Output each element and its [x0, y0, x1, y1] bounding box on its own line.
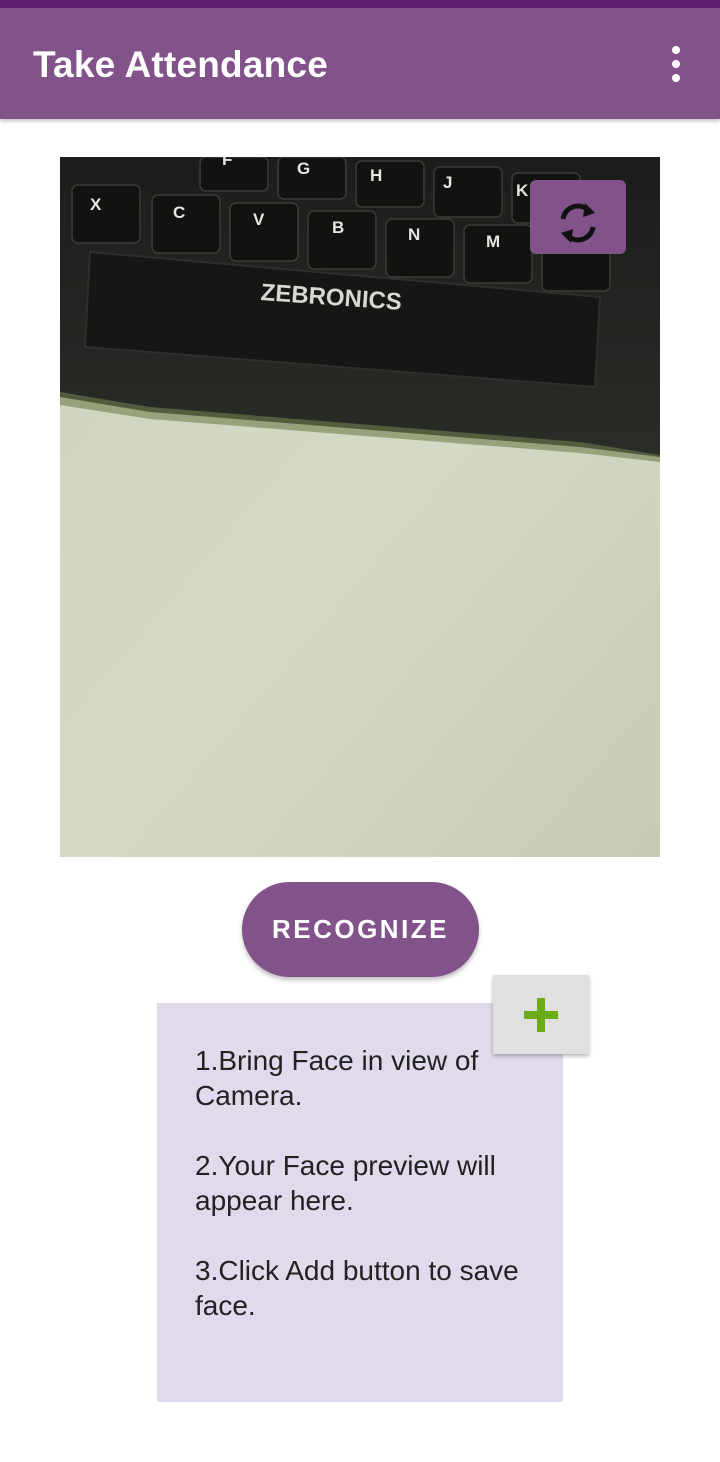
svg-text:C: C [173, 203, 185, 222]
instruction-3: 3.Click Add button to save face. [195, 1255, 519, 1321]
face-preview-panel: 1.Bring Face in view of Camera. 2.Your F… [157, 1003, 563, 1402]
svg-text:B: B [332, 218, 344, 237]
switch-camera-icon[interactable] [530, 180, 626, 254]
svg-text:M: M [486, 232, 500, 251]
svg-text:V: V [253, 210, 265, 229]
svg-text:X: X [90, 195, 102, 214]
svg-text:H: H [370, 166, 382, 185]
page-title: Take Attendance [33, 44, 328, 85]
instruction-2: 2.Your Face preview will appear here. [195, 1150, 496, 1216]
recognize-button[interactable]: RECOGNIZE [242, 882, 479, 977]
add-plus-icon [524, 997, 558, 1032]
camera-preview: X C V B N M G H J K F ZEBRONICS [60, 157, 660, 857]
svg-text:K: K [516, 181, 529, 200]
svg-text:N: N [408, 225, 420, 244]
instructions-text: 1.Bring Face in view of Camera. 2.Your F… [195, 1043, 535, 1358]
camera-feed-image: X C V B N M G H J K F ZEBRONICS [60, 157, 660, 857]
more-vert-icon[interactable] [656, 38, 696, 90]
svg-text:G: G [297, 159, 310, 178]
app-bar: Take Attendance [0, 8, 720, 119]
instruction-1: 1.Bring Face in view of Camera. [195, 1045, 479, 1111]
svg-text:F: F [222, 157, 232, 169]
svg-text:J: J [443, 173, 452, 192]
add-face-button[interactable] [493, 975, 589, 1054]
status-bar [0, 0, 720, 8]
